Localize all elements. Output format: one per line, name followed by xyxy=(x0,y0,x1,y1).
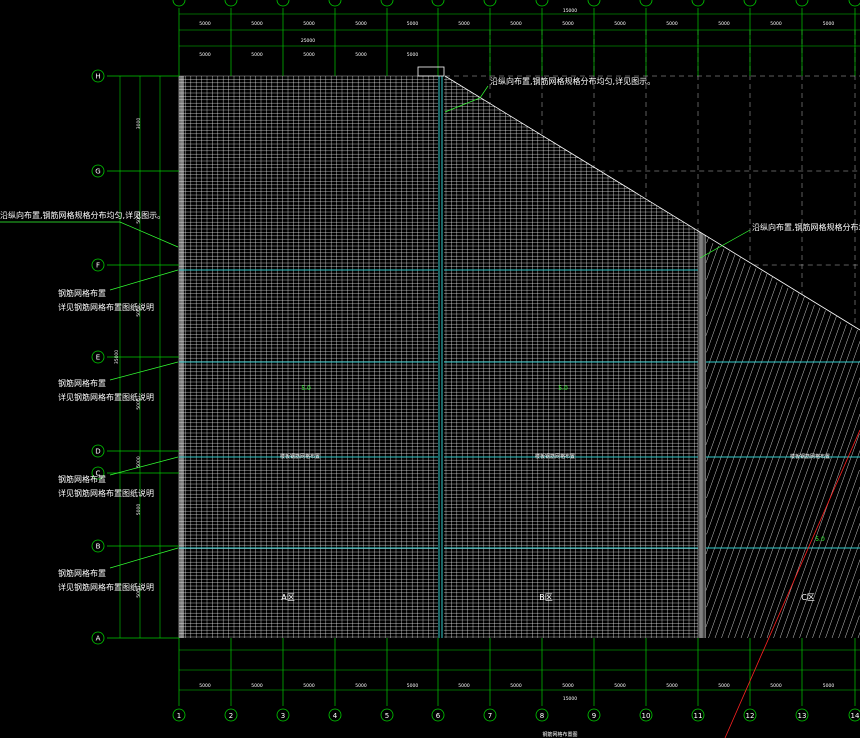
dim-top-row1-text: 5000 xyxy=(614,21,626,27)
dim-left-text: 5000 xyxy=(136,212,142,224)
axis-bubble-bottom-label: 7 xyxy=(488,712,492,720)
dim-top-row1-text: 5000 xyxy=(458,21,470,27)
slope-label-a: 5.0 xyxy=(301,385,311,392)
dim-top-row1-text: 5000 xyxy=(407,21,419,27)
left-note-3-line2: 详见钢筋网格布置图纸说明 xyxy=(58,488,154,498)
axis-bubble-left-label: E xyxy=(96,354,100,362)
left-note-1-line1: 钢筋网格布置 xyxy=(58,288,106,298)
axis-bubble-left-label: F xyxy=(96,262,100,270)
dim-top-row3-text: 5000 xyxy=(407,52,419,58)
dim-top-row1-text: 5000 xyxy=(510,21,522,27)
dim-bottom-row1-text: 5000 xyxy=(510,683,522,689)
dim-bottom-row1-text: 5000 xyxy=(666,683,678,689)
dim-left-text: 5000 xyxy=(136,398,142,410)
dim-top-row1-text: 5000 xyxy=(770,21,782,27)
dim-left-text: 5000 xyxy=(136,305,142,317)
cad-drawing-canvas: 1 2 3 4 5 6 7 8 9 10 11 12 13 14HGFEDCBA 沿纵向布置,钢筋网格规格… xyxy=(0,0,860,738)
axis-bubble-left-label: B xyxy=(96,543,101,551)
dim-top-row3-text: 5000 xyxy=(251,52,263,58)
axis-bubble-bottom-label: 14 xyxy=(851,712,860,720)
axis-bubble-bottom-label: 13 xyxy=(798,712,807,720)
dim-bottom-row1-text: 5000 xyxy=(199,683,211,689)
axis-bubble-bottom-label: 3 xyxy=(281,712,285,720)
mid-label-a: 楼板钢筋网格布置 xyxy=(280,453,320,460)
dim-bottom-row1-text: 5000 xyxy=(614,683,626,689)
left-note-4-line1: 钢筋网格布置 xyxy=(58,568,106,578)
zone-label-c: C区 xyxy=(801,593,815,602)
slope-label-b: 5.0 xyxy=(558,385,568,392)
bottom-caption: 钢筋网格布置图 xyxy=(542,731,577,738)
axis-bubble-left-label: A xyxy=(96,635,101,643)
axis-bubble-bottom-label: 1 xyxy=(177,712,181,720)
dim-bottom-row1-text: 5000 xyxy=(823,683,835,689)
axis-bubble-bottom-label: 2 xyxy=(229,712,233,720)
axis-bubble-bottom-label: 4 xyxy=(333,712,338,720)
slope-label-c: 5.0 xyxy=(815,536,825,543)
dim-top-row3-text: 5000 xyxy=(199,52,211,58)
dim-top-row1-text: 5000 xyxy=(355,21,367,27)
drawing-background xyxy=(0,0,860,738)
axis-bubble-left-label: D xyxy=(95,448,100,456)
left-note-3-line1: 钢筋网格布置 xyxy=(58,474,106,484)
dim-bottom-row1-text: 5000 xyxy=(770,683,782,689)
dim-left-text: 5000 xyxy=(136,586,142,598)
mid-label-c: 楼板钢筋网格布置 xyxy=(790,453,830,460)
axis-bubble-bottom-label: 12 xyxy=(746,712,755,720)
dim-bottom-row1-text: 5000 xyxy=(458,683,470,689)
dim-top-row1-text: 5000 xyxy=(562,21,574,27)
dim-top-row1-text: 5000 xyxy=(666,21,678,27)
dim-top-row2-total-text: 25000 xyxy=(301,38,315,44)
axis-bubble-bottom-label: 11 xyxy=(694,712,703,720)
dim-bottom-row1-text: 5000 xyxy=(303,683,315,689)
zone-label-b: B区 xyxy=(539,593,553,602)
axis-bubble-bottom-label: 6 xyxy=(436,712,441,720)
dim-top-row1-text: 5000 xyxy=(718,21,730,27)
axis-bubble-bottom-label: 9 xyxy=(592,712,596,720)
dim-top-row1-text: 5000 xyxy=(303,21,315,27)
dim-top-row1-text: 5000 xyxy=(251,21,263,27)
dim-bottom-row1-text: 5000 xyxy=(718,683,730,689)
dim-bottom-row1-text: 5000 xyxy=(562,683,574,689)
dim-left-text: 5000 xyxy=(136,456,142,468)
zone-label-a: A区 xyxy=(281,593,294,602)
dim-top-row3-text: 5000 xyxy=(355,52,367,58)
dim-left-total-text: 35000 xyxy=(114,350,120,364)
dim-top-row3-text: 5000 xyxy=(303,52,315,58)
annotation-top-middle: 沿纵向布置,钢筋网格规格分布均匀,详见图示。 xyxy=(490,76,655,86)
annotation-right-mid: 沿纵向布置,钢筋网格规格分布均匀,详见图示。 xyxy=(752,222,860,232)
dim-bottom-row1-text: 5000 xyxy=(355,683,367,689)
dim-bottom-row1-text: 5000 xyxy=(407,683,419,689)
dim-left-text: 3000 xyxy=(136,118,142,130)
dim-bottom-row1-text: 5000 xyxy=(251,683,263,689)
axis-bubble-bottom-label: 10 xyxy=(642,712,651,720)
axis-bubble-bottom-label: 8 xyxy=(540,712,544,720)
axis-bubble-bottom-label: 5 xyxy=(385,712,389,720)
mid-label-b: 楼板钢筋网格布置 xyxy=(535,453,575,460)
dim-top-row1-text: 5000 xyxy=(199,21,211,27)
dim-top-row1-text: 5000 xyxy=(823,21,835,27)
dim-top-total-text: 15000 xyxy=(563,8,577,14)
left-note-2-line1: 钢筋网格布置 xyxy=(58,378,106,388)
dim-bottom-total-text: 15000 xyxy=(563,696,577,702)
axis-bubble-left-label: H xyxy=(95,73,100,81)
axis-bubble-left-label: G xyxy=(95,168,100,176)
dim-left-text: 5000 xyxy=(136,504,142,516)
